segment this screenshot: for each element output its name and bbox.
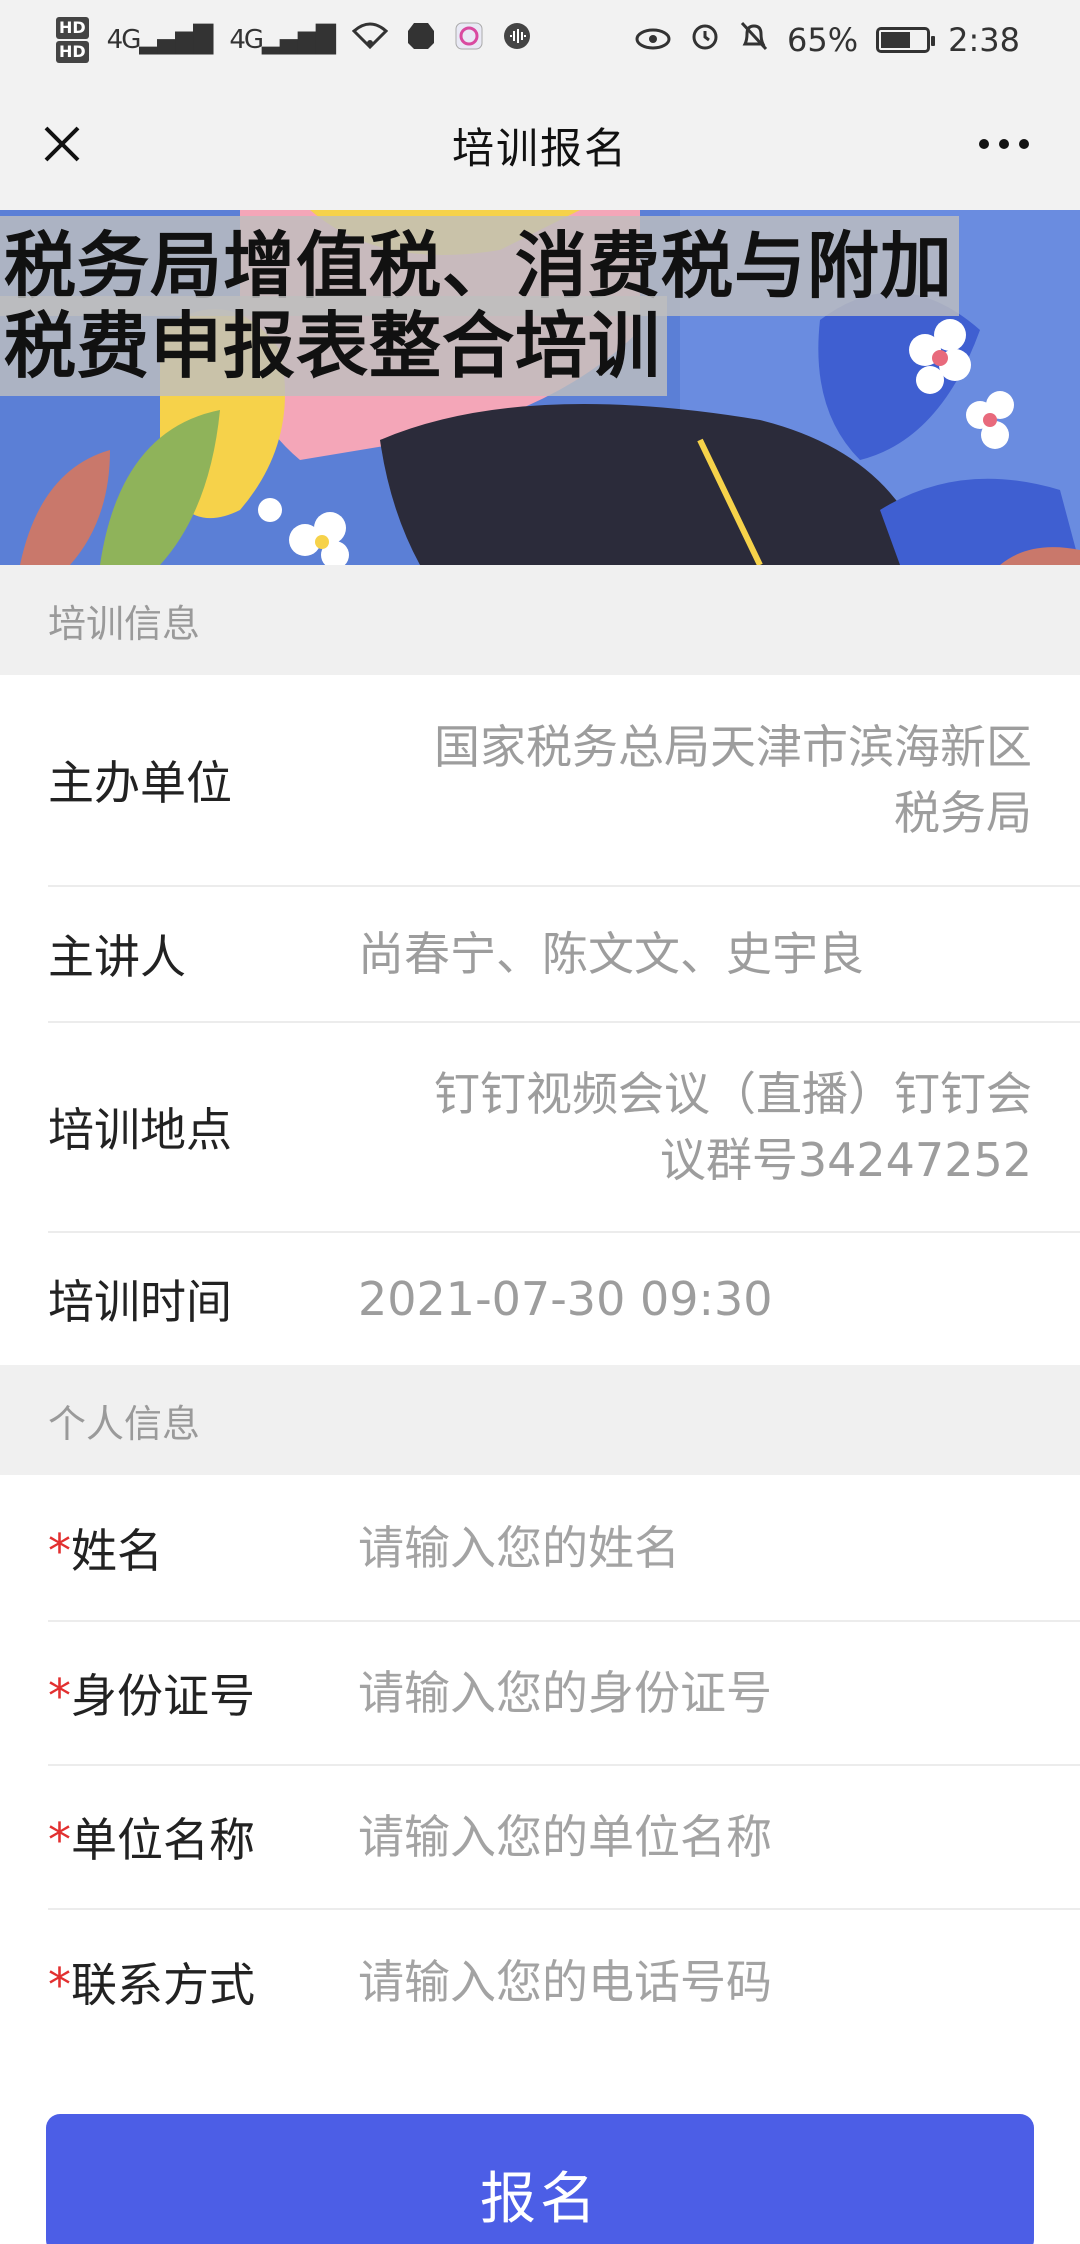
id-label-wrap: *身份证号 [48, 1660, 358, 1726]
register-button[interactable]: 报名 [46, 2114, 1034, 2244]
banner-image: 税务局增值税、消费税与附加 税费申报表整合培训 [0, 210, 1080, 565]
battery-fill [881, 32, 910, 48]
nav-bar: 培训报名 [0, 80, 1080, 210]
alarm-icon [689, 20, 721, 60]
required-mark: * [48, 1669, 71, 1723]
organizer-label: 主办单位 [48, 756, 232, 810]
contact-label-wrap: *联系方式 [48, 1949, 358, 2015]
clock-time: 2:38 [948, 21, 1020, 59]
mute-bell-icon [739, 20, 769, 60]
cell-signal-icon-1: 4G▂▄▆█ [106, 25, 214, 55]
close-button[interactable] [30, 112, 94, 176]
hd-badge-2: HD [56, 41, 89, 63]
org-name-input[interactable] [358, 1810, 1080, 1864]
close-icon [44, 126, 80, 162]
eye-icon [635, 21, 671, 59]
time-row: 培训时间 2021-07-30 09:30 [48, 1233, 1080, 1365]
name-label-wrap: *姓名 [48, 1515, 358, 1581]
app-notification-icon [454, 21, 484, 59]
organizer-value: 国家税务总局天津市滨海新区税务局 [434, 720, 1032, 840]
org-label-wrap: *单位名称 [48, 1804, 358, 1870]
status-bar: HD HD 4G▂▄▆█ 4G▂▄▆█ 65% 2:38 [0, 0, 1080, 80]
battery-icon [876, 27, 936, 53]
page-title: 培训报名 [451, 123, 628, 173]
more-dots-icon [979, 139, 1029, 149]
location-value: 钉钉视频会议（直播）钉钉会议群号34247252 [434, 1067, 1032, 1187]
banner-title-line-2: 税费申报表整合培训 [0, 296, 668, 396]
section-header-personal: 个人信息 [0, 1365, 1080, 1475]
hand-icon [406, 21, 436, 59]
more-button[interactable] [972, 120, 1036, 168]
name-input[interactable] [358, 1520, 1080, 1575]
contact-label: 联系方式 [71, 1958, 255, 2012]
required-mark: * [48, 1523, 71, 1578]
time-value: 2021-07-30 09:30 [358, 1272, 773, 1326]
name-label: 姓名 [71, 1523, 163, 1578]
org-label: 单位名称 [71, 1813, 255, 1867]
id-number-input[interactable] [358, 1666, 1080, 1720]
phone-input[interactable] [358, 1955, 1080, 2009]
lecturer-row: 主讲人 尚春宁、陈文文、史宇良 [48, 887, 1080, 1023]
required-mark: * [48, 1958, 71, 2012]
contact-row: *联系方式 [48, 1910, 1080, 2054]
lecturer-label: 主讲人 [48, 930, 186, 984]
required-mark: * [48, 1813, 71, 1867]
lecturer-value: 尚春宁、陈文文、史宇良 [358, 927, 864, 981]
hd-indicator: HD HD [56, 16, 89, 64]
status-right: 65% 2:38 [635, 20, 1020, 60]
wifi-icon [351, 21, 389, 59]
battery-percent: 65% [787, 21, 859, 59]
section-header-training: 培训信息 [0, 565, 1080, 675]
name-row: *姓名 [48, 1475, 1080, 1622]
time-label: 培训时间 [48, 1275, 232, 1329]
audio-wave-icon [502, 21, 532, 59]
id-row: *身份证号 [48, 1622, 1080, 1766]
hd-badge-1: HD [56, 17, 89, 39]
id-label: 身份证号 [71, 1669, 255, 1723]
organizer-row: 主办单位 国家税务总局天津市滨海新区税务局 [48, 675, 1080, 887]
location-label: 培训地点 [48, 1103, 232, 1157]
status-left: HD HD 4G▂▄▆█ 4G▂▄▆█ [56, 16, 532, 64]
cell-signal-icon-2: 4G▂▄▆█ [229, 25, 336, 55]
location-row: 培训地点 钉钉视频会议（直播）钉钉会议群号34247252 [48, 1023, 1080, 1233]
org-row: *单位名称 [48, 1766, 1080, 1910]
